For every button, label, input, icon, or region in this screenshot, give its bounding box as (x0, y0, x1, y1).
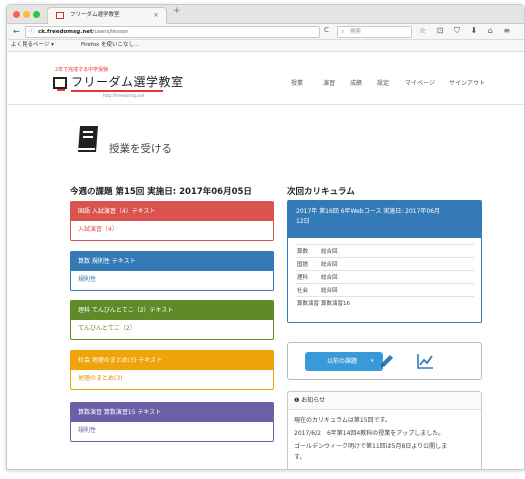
notice-line: 2017/6/2 6年第14回4教科の授業をアップしました。 (294, 430, 445, 437)
table-row: 算数演習 算数演習16 (296, 296, 474, 310)
bookmark-firefox-tips[interactable]: Firefox を使いこなし... (81, 40, 139, 51)
logo-url: http://freedomsg.net (103, 93, 145, 98)
menu-mypage[interactable]: マイページ (405, 78, 435, 87)
notice-line: 現在のカリキュラムは第15回です。 (294, 417, 391, 424)
curriculum-header-line1: 2017年 第16回 6年Webコース 実施日: 2017年06月 (296, 208, 441, 215)
assignment-panel-math: 算数 規則性 テキスト 規則性 (70, 251, 274, 291)
logo-underline (71, 90, 163, 92)
search-icon: ⌕ (341, 28, 345, 35)
search-placeholder: 検索 (350, 29, 362, 35)
notice-body: 現在のカリキュラムは第15回です。 2017/6/2 6年第14回4教科の授業を… (288, 410, 481, 469)
browser-window: フリーダム選学教室 × + ← ⓘ ck.freedomsg.net/users… (6, 4, 525, 470)
table-row: 国語 総合回 (296, 257, 474, 271)
topic-cell: 総合回 (320, 270, 474, 284)
assignment-link[interactable]: てんびんとてこ（2） (71, 320, 273, 339)
curriculum-header-line2: 12日 (296, 218, 310, 225)
panel-header: 社会 地理のまとめ(3) テキスト (71, 351, 273, 370)
tab-strip: フリーダム選学教室 × + (7, 5, 524, 24)
table-row: 算数 総合回 (296, 244, 474, 258)
assignment-panel-japanese: 国語 入試演習（4）テキスト 入試演習（4） (70, 201, 274, 241)
close-tab-icon[interactable]: × (153, 8, 159, 23)
previous-assignments-label: 以前の課題 (327, 358, 358, 365)
this-week-heading: 今週の課題 第15回 実施日: 2017年06月05日 (70, 187, 252, 197)
address-bar[interactable]: ⓘ ck.freedomsg.net/users/lesson (25, 26, 320, 38)
assignment-link[interactable]: 規則性 (71, 271, 273, 290)
caret-down-icon: ▾ (371, 358, 374, 364)
previous-assignments-button[interactable]: 以前の課題 ▾ (305, 352, 383, 371)
site-info-icon[interactable]: ⓘ (29, 27, 35, 37)
reload-icon[interactable]: C (324, 26, 329, 34)
topic-cell: 総合回 (320, 244, 474, 258)
back-button[interactable]: ← (13, 26, 20, 37)
topic-cell: 総合回 (320, 283, 474, 297)
browser-tab[interactable]: フリーダム選学教室 × (47, 7, 167, 24)
url-path: /users/lesson (92, 29, 129, 35)
panel-header: 理科 てんびんとてこ（2）テキスト (71, 301, 273, 320)
menu-results[interactable]: 成績 (350, 78, 362, 87)
assignment-link[interactable]: 地理のまとめ(3) (71, 370, 273, 389)
next-curriculum-panel: 2017年 第16回 6年Webコース 実施日: 2017年06月 12日 算数… (287, 200, 482, 323)
new-tab-button[interactable]: + (173, 6, 181, 16)
line-chart-icon[interactable] (415, 351, 435, 371)
search-input[interactable]: ⌕ 検索 (337, 26, 412, 38)
minimize-window-button[interactable] (23, 11, 30, 18)
page-title: 授業を受ける (109, 143, 172, 155)
subject-cell: 算数 (296, 244, 320, 258)
subject-cell: 算数演習 (296, 296, 320, 310)
site-favicon-icon (56, 12, 64, 19)
assignment-panel-science: 理科 てんびんとてこ（2）テキスト てんびんとてこ（2） (70, 300, 274, 340)
action-box: 以前の課題 ▾ (287, 342, 482, 380)
menu-exercise[interactable]: 演習 (323, 78, 335, 87)
notice-heading: ❶ お知らせ (288, 392, 481, 410)
panel-header: 国語 入試演習（4）テキスト (71, 202, 273, 221)
url-host: ck.freedomsg.net (38, 29, 93, 35)
menu-settings[interactable]: 設定 (377, 78, 389, 87)
toolbar-icons[interactable]: ☆ ⊡ ⛉ ⬇ ⌂ ≡ (419, 26, 514, 36)
tab-title: フリーダム選学教室 (70, 12, 120, 18)
assignment-panel-math-exercise: 算数演習 算数演習15 テキスト 規則性 (70, 402, 274, 442)
topic-cell: 総合回 (320, 257, 474, 271)
assignment-link[interactable]: 入試演習（4） (71, 221, 273, 240)
notice-line: ゴールデンウィーク明けで第11回は5月8日より公開しま す。 (294, 443, 448, 461)
curriculum-table: 算数 総合回 国語 総合回 理科 総合回 社会 総合回 算数演習 算数演習16 (296, 244, 474, 310)
notice-panel: ❶ お知らせ 現在のカリキュラムは第15回です。 2017/6/2 6年第14回… (287, 391, 482, 469)
pencil-icon[interactable] (377, 351, 397, 371)
logo-tagline: 2年で完成する中学受験 (55, 67, 109, 73)
assignment-link[interactable]: 規則性 (71, 422, 273, 441)
menu-lesson[interactable]: 授業 (291, 78, 303, 87)
navigation-bar: ← ⓘ ck.freedomsg.net/users/lesson C ⌕ 検索… (7, 24, 524, 40)
book-icon (78, 126, 98, 152)
close-window-button[interactable] (13, 11, 20, 18)
panel-header: 算数演習 算数演習15 テキスト (71, 403, 273, 422)
bookmarks-bar: よく見るページ ▾ Firefox を使いこなし... (7, 40, 524, 52)
subject-cell: 国語 (296, 257, 320, 271)
curriculum-header: 2017年 第16回 6年Webコース 実施日: 2017年06月 12日 (288, 201, 481, 238)
panel-header: 算数 規則性 テキスト (71, 252, 273, 271)
subject-cell: 社会 (296, 283, 320, 297)
subject-cell: 理科 (296, 270, 320, 284)
topic-cell: 算数演習16 (320, 296, 474, 310)
bookmark-most-visited[interactable]: よく見るページ ▾ (11, 40, 54, 51)
logo-title[interactable]: フリーダム選学教室 (71, 73, 184, 90)
assignment-panel-social: 社会 地理のまとめ(3) テキスト 地理のまとめ(3) (70, 350, 274, 390)
table-row: 社会 総合回 (296, 283, 474, 297)
maximize-window-button[interactable] (33, 11, 40, 18)
table-row: 理科 総合回 (296, 270, 474, 284)
menu-signout[interactable]: サインアウト (449, 78, 485, 87)
next-curriculum-heading: 次回カリキュラム (287, 187, 355, 197)
site-header: 2年で完成する中学受験 フリーダム選学教室 http://freedomsg.n… (7, 52, 524, 105)
logo-mark-icon[interactable] (53, 77, 67, 91)
